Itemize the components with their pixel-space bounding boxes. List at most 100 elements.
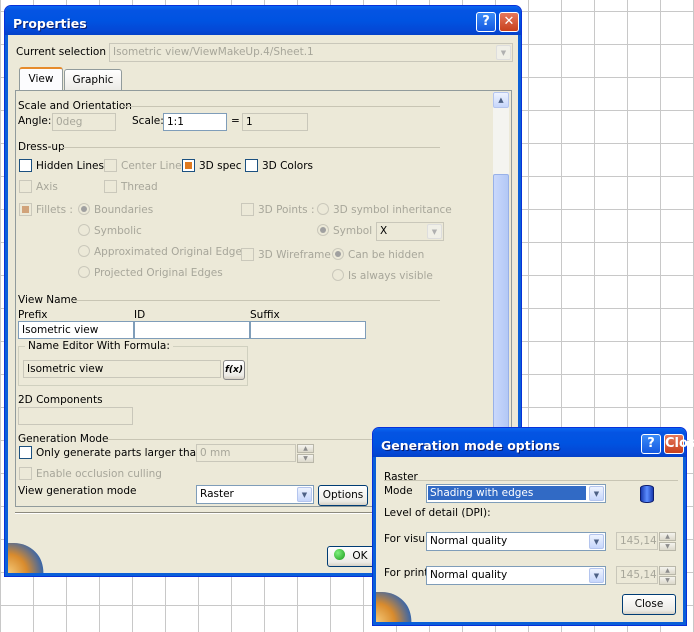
view-gen-mode-dropdown[interactable]: Raster ▼ [196,485,314,504]
spin-down-icon[interactable]: ▼ [659,542,676,551]
only-generate-label: Only generate parts larger than [36,447,203,459]
help-button[interactable]: ? [476,12,496,32]
symbol-dropdown[interactable]: X ▼ [376,222,444,241]
dialog-corner-decoration [8,543,44,573]
chevron-down-icon[interactable]: ▼ [297,487,312,502]
spin-down-icon[interactable]: ▼ [297,454,314,463]
always-visible-label: Is always visible [348,270,433,282]
points-3d-label: 3D Points : [258,204,315,216]
close-dialog-button[interactable]: Close [622,594,676,615]
gen-options-title-bar[interactable]: Generation mode options [373,428,686,457]
can-be-hidden-radio[interactable] [332,248,344,260]
prefix-field[interactable]: Isometric view [18,321,134,339]
generation-options-dialog: Generation mode options ? Close Raster M… [372,427,694,626]
id-label: ID [134,309,146,321]
boundaries-radio[interactable] [78,203,90,215]
boundaries-label: Boundaries [94,204,154,216]
spin-down-icon[interactable]: ▼ [659,576,676,585]
angle-label: Angle: [18,115,52,127]
level-of-detail-label: Level of detail (DPI): [384,507,491,519]
vertical-scrollbar[interactable]: ▲ [493,92,509,452]
tab-view[interactable]: View [19,67,63,90]
scale-field[interactable]: 1:1 [163,113,227,131]
spin-up-icon[interactable]: ▲ [297,444,314,453]
scroll-thumb[interactable] [493,174,509,452]
for-visu-label: For visu [384,533,426,545]
id-field[interactable] [134,321,250,339]
axis-label: Axis [36,181,58,193]
suffix-field[interactable] [250,321,366,339]
hidden-lines-checkbox[interactable] [19,159,32,172]
close-button[interactable]: ✕ [499,12,519,32]
proj-edges-label: Projected Original Edges [94,267,223,279]
occlusion-label: Enable occlusion culling [36,468,162,480]
ok-icon [334,549,345,560]
fillets-checkbox[interactable] [19,203,32,216]
dialog-corner-decoration [376,592,412,622]
approx-edges-radio[interactable] [78,245,90,257]
always-visible-radio[interactable] [332,269,344,281]
spin-up-icon[interactable]: ▲ [659,532,676,541]
dressup-heading: Dress-up [18,141,65,153]
view-gen-mode-label: View generation mode [18,485,137,497]
name-editor-field[interactable]: Isometric view [23,360,221,378]
spin-up-icon[interactable]: ▲ [659,566,676,575]
chevron-down-icon[interactable]: ▼ [427,224,442,239]
visu-dpi-spinner[interactable]: ▲ ▼ [659,532,676,551]
approx-edges-label: Approximated Original Edges [94,246,248,258]
print-dpi-field[interactable]: 145,14 [616,566,658,584]
symbol-radio[interactable] [317,224,329,236]
scale-result-field[interactable]: 1 [242,113,308,131]
axis-checkbox[interactable] [19,180,32,193]
name-editor-group: Name Editor With Formula: Isometric view… [18,340,248,386]
thread-checkbox[interactable] [104,180,117,193]
help-button[interactable]: ? [641,434,661,454]
formula-button[interactable]: f(x) [223,360,245,380]
print-quality-dropdown[interactable]: Normal quality ▼ [426,566,606,585]
chevron-down-icon[interactable]: ▼ [589,534,604,549]
close-button[interactable]: Close [664,434,694,454]
proj-edges-radio[interactable] [78,266,90,278]
symbol-inheritance-label: 3D symbol inheritance [333,204,452,216]
colors-3d-label: 3D Colors [262,160,313,172]
scale-orientation-heading: Scale and Orientation [18,100,132,112]
visu-dpi-field[interactable]: 145,14 [616,532,658,550]
angle-field[interactable]: 0deg [52,113,116,131]
prefix-label: Prefix [18,309,48,321]
symbol-inheritance-radio[interactable] [317,203,329,215]
occlusion-checkbox[interactable] [19,467,32,480]
properties-title-bar[interactable]: Properties [5,6,521,35]
can-be-hidden-label: Can be hidden [348,249,425,261]
chevron-down-icon[interactable]: ▼ [589,486,604,501]
view-name-heading: View Name [18,294,78,306]
tab-graphic[interactable]: Graphic [64,69,122,90]
hidden-lines-label: Hidden Lines [36,160,104,172]
fillets-label: Fillets : [36,204,73,216]
chevron-down-icon[interactable]: ▼ [496,45,511,60]
gen-options-body: Raster Mode Shading with edges ▼ Level of… [376,457,683,622]
symbolic-radio[interactable] [78,224,90,236]
gen-options-title: Generation mode options [381,438,560,453]
only-generate-checkbox[interactable] [19,446,32,459]
size-field[interactable]: 0 mm [196,444,296,462]
spec-3d-checkbox[interactable] [182,159,195,172]
scroll-up-button[interactable]: ▲ [493,92,509,108]
visu-quality-dropdown[interactable]: Normal quality ▼ [426,532,606,551]
options-button[interactable]: Options [318,485,368,506]
equals-sign: = [231,115,240,127]
size-spinner[interactable]: ▲ ▼ [297,444,314,463]
scale-label: Scale: [132,115,164,127]
points-3d-checkbox[interactable] [241,203,254,216]
generation-heading: Generation Mode [18,433,109,445]
current-selection-dropdown[interactable]: Isometric view/ViewMakeUp.4/Sheet.1 ▼ [109,43,513,62]
current-selection-label: Current selection : [16,46,113,58]
suffix-label: Suffix [250,309,280,321]
components-2d-field[interactable] [18,407,133,425]
wireframe-3d-checkbox[interactable] [241,248,254,261]
colors-3d-checkbox[interactable] [245,159,258,172]
mode-dropdown[interactable]: Shading with edges ▼ [426,484,606,503]
center-line-checkbox[interactable] [104,159,117,172]
chevron-down-icon[interactable]: ▼ [589,568,604,583]
center-line-label: Center Line [121,160,182,172]
print-dpi-spinner[interactable]: ▲ ▼ [659,566,676,585]
